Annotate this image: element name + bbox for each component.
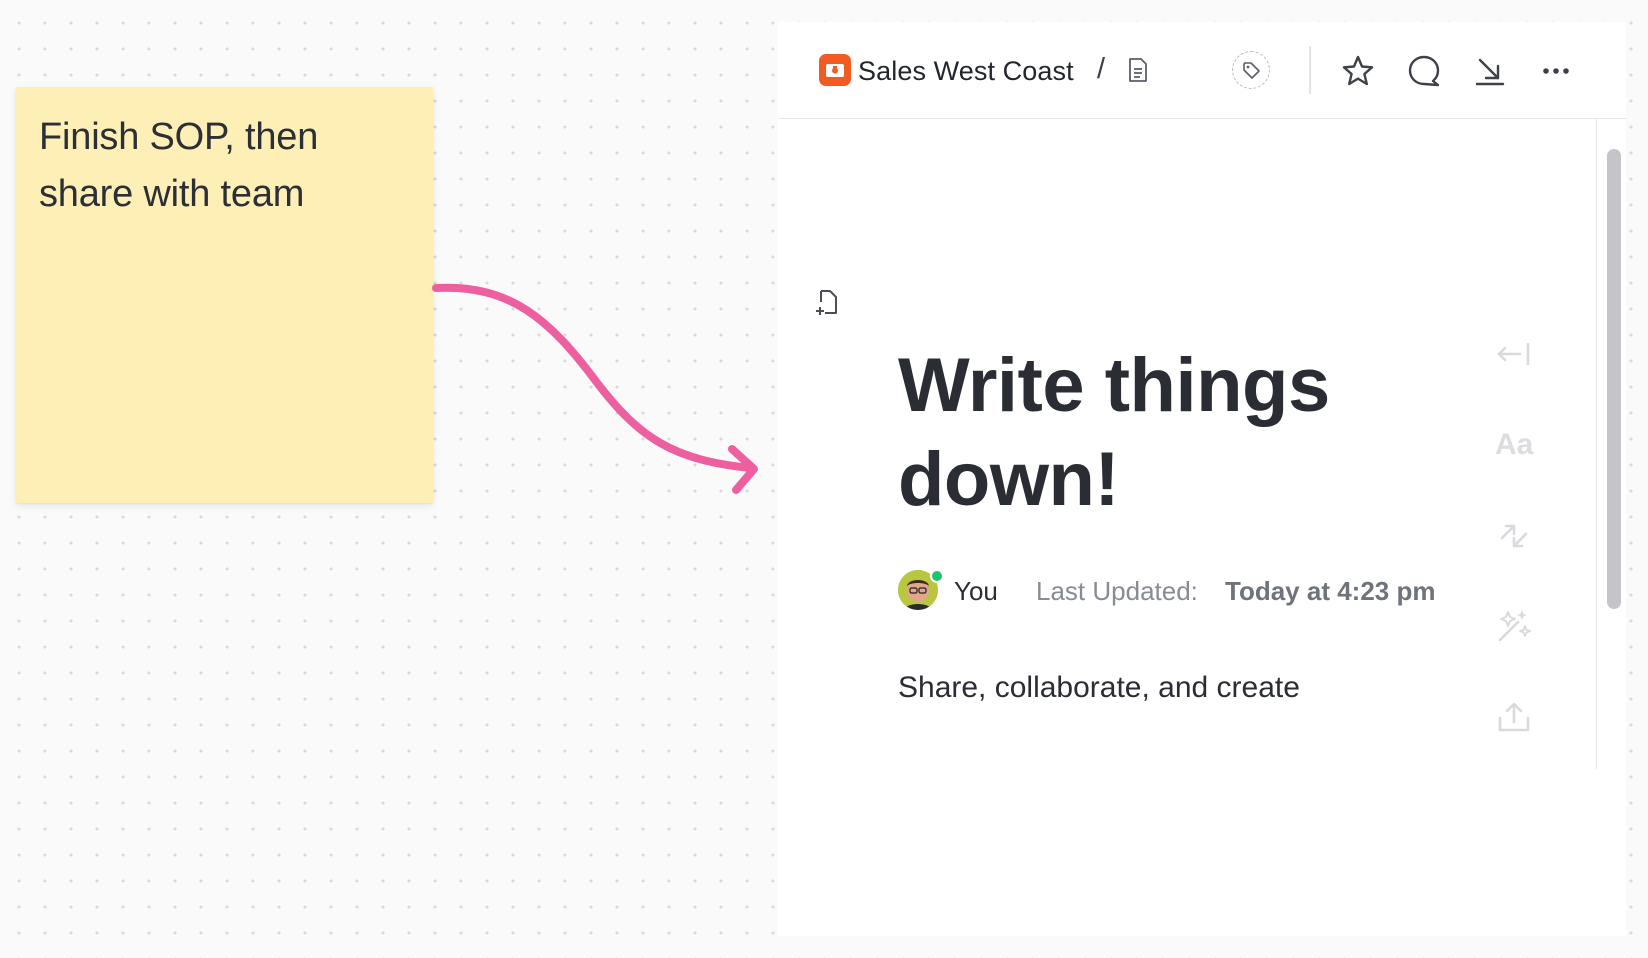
last-updated-value: Today at 4:23 pm	[1225, 576, 1436, 606]
space-icon[interactable]	[819, 54, 851, 86]
share-icon[interactable]	[1494, 698, 1534, 738]
add-subpage-icon[interactable]	[814, 288, 840, 318]
scrollbar-thumb[interactable]	[1607, 149, 1621, 609]
collapse-icon[interactable]	[1494, 334, 1534, 374]
connector-arrow[interactable]	[430, 270, 790, 520]
download-icon[interactable]	[1472, 53, 1508, 89]
scrollbar[interactable]	[1596, 119, 1626, 769]
sticky-note-text: Finish SOP, then share with team	[39, 116, 319, 215]
typography-icon[interactable]: Aa	[1494, 424, 1534, 464]
magic-icon[interactable]	[1494, 606, 1534, 646]
document-panel: Sales West Coast / Write things down! Yo…	[778, 22, 1626, 936]
topbar-divider	[1309, 46, 1311, 94]
tag-icon[interactable]	[1232, 51, 1270, 89]
star-icon[interactable]	[1340, 53, 1376, 89]
more-icon[interactable]	[1538, 53, 1574, 89]
last-updated-label: Last Updated:	[1036, 576, 1198, 606]
document-icon[interactable]	[1127, 57, 1149, 84]
document-topbar: Sales West Coast /	[778, 22, 1626, 119]
comment-icon[interactable]	[1406, 53, 1442, 89]
document-title[interactable]: Write things down!	[898, 339, 1458, 527]
document-body[interactable]: Share, collaborate, and create	[898, 670, 1300, 706]
breadcrumb-space-name[interactable]: Sales West Coast	[858, 55, 1074, 87]
author-name: You	[954, 576, 998, 606]
arrows-icon[interactable]	[1494, 516, 1534, 556]
online-status-indicator	[930, 569, 944, 583]
sticky-note[interactable]: Finish SOP, then share with team	[16, 87, 433, 503]
avatar[interactable]	[898, 569, 944, 610]
breadcrumb-separator: /	[1097, 53, 1106, 85]
